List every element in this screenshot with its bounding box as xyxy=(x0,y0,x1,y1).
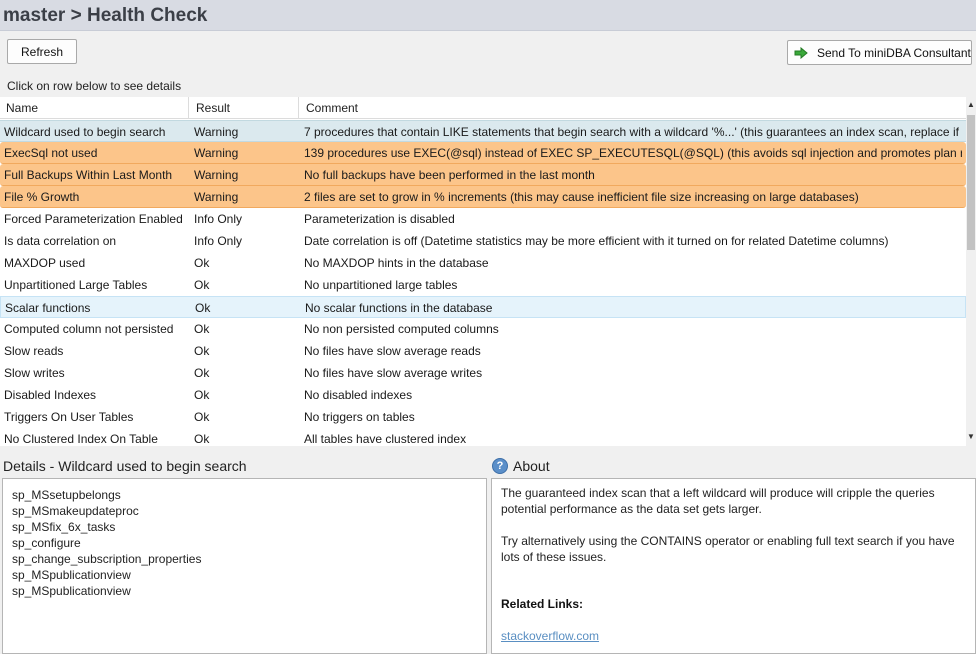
list-item: sp_MSpublicationview xyxy=(12,584,131,598)
refresh-button[interactable]: Refresh xyxy=(7,39,77,64)
row-result: Ok xyxy=(194,410,210,424)
row-comment: No MAXDOP hints in the database xyxy=(304,256,489,270)
row-result: Ok xyxy=(194,344,210,358)
table-row[interactable]: Full Backups Within Last Month Warning N… xyxy=(0,164,966,186)
row-name: Is data correlation on xyxy=(4,234,117,248)
row-name: No Clustered Index On Table xyxy=(4,432,158,446)
row-result: Ok xyxy=(194,278,210,292)
row-name: Scalar functions xyxy=(5,301,91,315)
row-name: Full Backups Within Last Month xyxy=(4,168,173,182)
row-result: Info Only xyxy=(194,234,243,248)
table-row[interactable]: Computed column not persisted Ok No non … xyxy=(0,318,966,340)
table-row[interactable]: Disabled Indexes Ok No disabled indexes xyxy=(0,384,966,406)
row-result: Ok xyxy=(194,366,210,380)
scroll-up-icon[interactable]: ▲ xyxy=(967,100,975,110)
related-links-label: Related Links: xyxy=(501,597,584,611)
about-panel: The guaranteed index scan that a left wi… xyxy=(491,478,976,654)
row-result: Warning xyxy=(194,190,239,204)
row-name: MAXDOP used xyxy=(4,256,86,270)
list-item: sp_MSpublicationview xyxy=(12,568,131,582)
row-comment: Date correlation is off (Datetime statis… xyxy=(304,234,889,248)
row-result: Ok xyxy=(194,388,210,402)
send-button-label: Send To miniDBA Consultant xyxy=(817,45,971,60)
list-item: sp_MSmakeupdateproc xyxy=(12,504,139,518)
row-comment: All tables have clustered index xyxy=(304,432,467,446)
row-result: Ok xyxy=(194,256,210,270)
row-result: Ok xyxy=(194,432,210,446)
page-title: master > Health Check xyxy=(3,5,208,26)
row-comment: No files have slow average writes xyxy=(304,366,483,380)
panel-splitter[interactable] xyxy=(0,446,976,454)
row-result: Warning xyxy=(194,125,239,139)
help-icon: ? xyxy=(492,458,508,474)
column-header-name[interactable]: Name xyxy=(6,101,38,115)
stackoverflow-link[interactable]: stackoverflow.com xyxy=(501,629,599,643)
table-row[interactable]: MAXDOP used Ok No MAXDOP hints in the da… xyxy=(0,252,966,274)
row-name: Slow reads xyxy=(4,344,64,358)
table-row[interactable]: File % Growth Warning 2 files are set to… xyxy=(0,186,966,208)
row-result: Warning xyxy=(194,146,239,160)
table-row[interactable]: Slow reads Ok No files have slow average… xyxy=(0,340,966,362)
column-divider[interactable] xyxy=(188,97,189,119)
column-divider[interactable] xyxy=(298,97,299,119)
row-name: ExecSql not used xyxy=(4,146,98,160)
health-check-grid: Name Result Comment Wildcard used to beg… xyxy=(0,97,976,446)
table-row[interactable]: Forced Parameterization Enabled Info Onl… xyxy=(0,208,966,230)
row-comment: No scalar functions in the database xyxy=(305,301,493,315)
row-comment: 139 procedures use EXEC(@sql) instead of… xyxy=(304,146,962,160)
row-comment: No disabled indexes xyxy=(304,388,413,402)
table-row[interactable]: ExecSql not used Warning 139 procedures … xyxy=(0,142,966,164)
table-row[interactable]: No Clustered Index On Table Ok All table… xyxy=(0,428,966,446)
about-paragraph: The guaranteed index scan that a left wi… xyxy=(501,486,935,516)
details-panel: sp_MSsetupbelongs sp_MSmakeupdateproc sp… xyxy=(2,478,487,654)
table-row[interactable]: Slow writes Ok No files have slow averag… xyxy=(0,362,966,384)
row-name: Unpartitioned Large Tables xyxy=(4,278,148,292)
arrow-right-icon xyxy=(794,46,808,59)
row-comment: 2 files are set to grow in % increments … xyxy=(304,190,859,204)
list-item: sp_change_subscription_properties xyxy=(12,552,202,566)
table-row[interactable]: Scalar functions Ok No scalar functions … xyxy=(0,296,966,318)
table-row[interactable]: Wildcard used to begin search Warning 7 … xyxy=(0,120,966,142)
table-row[interactable]: Triggers On User Tables Ok No triggers o… xyxy=(0,406,966,428)
table-row[interactable]: Is data correlation on Info Only Date co… xyxy=(0,230,966,252)
list-item: sp_configure xyxy=(12,536,81,550)
row-result: Info Only xyxy=(194,212,243,226)
grid-scrollbar[interactable]: ▲ ▼ xyxy=(966,97,976,446)
title-bar: master > Health Check xyxy=(0,0,976,31)
row-result: Ok xyxy=(195,301,211,315)
row-name: Disabled Indexes xyxy=(4,388,97,402)
row-name: Triggers On User Tables xyxy=(4,410,134,424)
instruction-text: Click on row below to see details xyxy=(7,79,182,93)
row-comment: Parameterization is disabled xyxy=(304,212,455,226)
grid-header: Name Result Comment xyxy=(0,97,966,119)
details-title: Details - Wildcard used to begin search xyxy=(3,458,247,474)
row-name: Computed column not persisted xyxy=(4,322,174,336)
table-row[interactable]: Unpartitioned Large Tables Ok No unparti… xyxy=(0,274,966,296)
row-result: Warning xyxy=(194,168,239,182)
row-result: Ok xyxy=(194,322,210,336)
row-name: File % Growth xyxy=(4,190,80,204)
row-comment: No triggers on tables xyxy=(304,410,415,424)
row-comment: No full backups have been performed in t… xyxy=(304,168,595,182)
row-comment: No non persisted computed columns xyxy=(304,322,499,336)
row-name: Wildcard used to begin search xyxy=(4,125,166,139)
scrollbar-thumb[interactable] xyxy=(967,115,975,250)
about-paragraph: Try alternatively using the CONTAINS ope… xyxy=(501,534,955,564)
grid-rows: Wildcard used to begin search Warning 7 … xyxy=(0,120,966,446)
column-header-result[interactable]: Result xyxy=(196,101,230,115)
send-to-consultant-button[interactable]: Send To miniDBA Consultant xyxy=(787,40,972,65)
scroll-down-icon[interactable]: ▼ xyxy=(967,432,975,442)
about-header: ? About xyxy=(492,456,550,476)
row-comment: No unpartitioned large tables xyxy=(304,278,458,292)
column-header-comment[interactable]: Comment xyxy=(306,101,358,115)
row-name: Forced Parameterization Enabled xyxy=(4,212,183,226)
about-title: About xyxy=(513,458,550,474)
row-comment: No files have slow average reads xyxy=(304,344,481,358)
list-item: sp_MSsetupbelongs xyxy=(12,488,121,502)
list-item: sp_MSfix_6x_tasks xyxy=(12,520,116,534)
row-comment: 7 procedures that contain LIKE statement… xyxy=(304,125,962,139)
row-name: Slow writes xyxy=(4,366,65,380)
